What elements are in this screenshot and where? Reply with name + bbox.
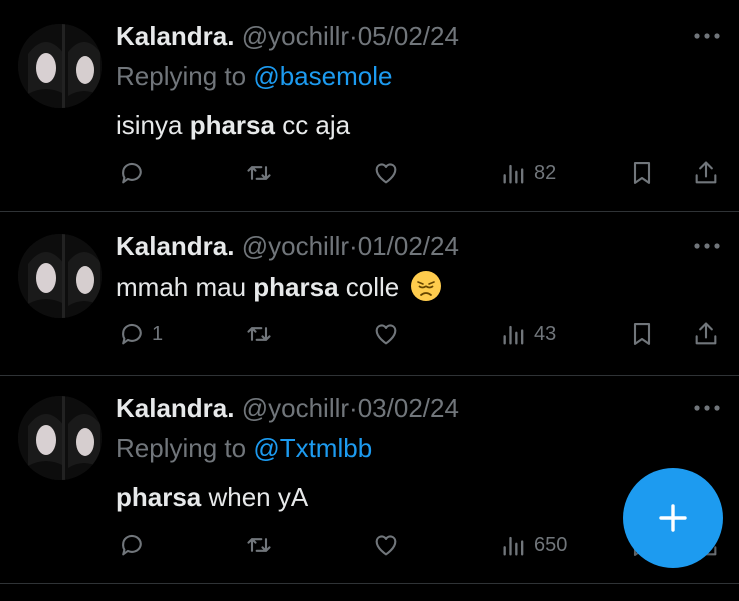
tweet-actions: 1 43 xyxy=(0,314,739,354)
like-icon xyxy=(375,163,397,184)
avatar[interactable] xyxy=(18,24,102,108)
reply-count: 1 xyxy=(152,322,164,345)
disappointed-face-emoji xyxy=(411,271,442,301)
share-button[interactable] xyxy=(692,314,720,354)
highlighted-term: pharsa xyxy=(189,110,275,140)
share-button[interactable] xyxy=(692,153,720,193)
tweet-text-part: when yA xyxy=(201,482,309,512)
views-button[interactable]: 650 xyxy=(500,525,567,565)
share-icon xyxy=(695,322,717,345)
views-icon xyxy=(503,164,524,184)
tweet[interactable]: Kalandra. @yochillr·05/02/24 Replying to… xyxy=(0,0,739,212)
reply-button[interactable] xyxy=(118,153,152,193)
retweet-icon xyxy=(247,166,271,180)
retweet-button[interactable] xyxy=(245,525,273,565)
views-icon xyxy=(503,536,524,556)
display-name[interactable]: Kalandra. xyxy=(116,231,235,261)
tweet-header: Kalandra. @yochillr·05/02/24 xyxy=(116,20,459,52)
bookmark-icon xyxy=(633,323,651,345)
more-button[interactable] xyxy=(690,24,724,48)
retweet-icon xyxy=(247,538,271,552)
display-name[interactable]: Kalandra. xyxy=(116,393,235,423)
replying-to: Replying to @basemole xyxy=(116,60,392,92)
replying-to-label: Replying to xyxy=(116,61,254,91)
reply-button[interactable] xyxy=(118,525,152,565)
replying-to-label: Replying to xyxy=(116,433,254,463)
tweet-text: pharsa when yA xyxy=(116,480,308,514)
views-count: 82 xyxy=(534,161,557,184)
tweet-text: isinya pharsa cc aja xyxy=(116,108,350,142)
mention-link[interactable]: @basemole xyxy=(253,61,392,91)
views-button[interactable]: 82 xyxy=(500,153,556,193)
separator: · xyxy=(349,393,358,423)
bookmark-button[interactable] xyxy=(628,153,656,193)
username[interactable]: @yochillr xyxy=(242,393,349,423)
bookmark-icon xyxy=(633,162,651,184)
avatar-image xyxy=(18,24,102,108)
tweet-text-part: isinya xyxy=(116,110,190,140)
like-button[interactable] xyxy=(372,314,400,354)
more-button[interactable] xyxy=(690,396,724,420)
username[interactable]: @yochillr xyxy=(242,21,349,51)
avatar-image xyxy=(18,396,102,480)
like-icon xyxy=(375,535,397,556)
like-button[interactable] xyxy=(372,525,400,565)
tweet-text-part: mmah mau xyxy=(116,272,254,302)
username[interactable]: @yochillr xyxy=(242,231,349,261)
views-count: 650 xyxy=(534,533,568,556)
tweet[interactable]: Kalandra. @yochillr·03/02/24 Replying to… xyxy=(0,376,739,584)
reply-icon xyxy=(122,162,142,184)
timestamp[interactable]: 01/02/24 xyxy=(358,231,459,261)
tweet[interactable]: Kalandra. @yochillr·01/02/24 mmah mau ph… xyxy=(0,212,739,376)
retweet-icon xyxy=(247,327,271,341)
more-icon xyxy=(694,33,720,39)
more-icon xyxy=(694,405,720,411)
retweet-button[interactable] xyxy=(245,314,273,354)
tweet-text: mmah mau pharsa colle xyxy=(116,270,442,304)
compose-button[interactable] xyxy=(623,468,723,568)
display-name[interactable]: Kalandra. xyxy=(116,21,235,51)
avatar[interactable] xyxy=(18,234,102,318)
tweet-text-part: cc aja xyxy=(274,110,351,140)
like-icon xyxy=(375,324,397,345)
reply-icon xyxy=(122,534,142,556)
more-button[interactable] xyxy=(690,234,724,258)
tweet-header: Kalandra. @yochillr·01/02/24 xyxy=(116,230,459,262)
views-button[interactable]: 43 xyxy=(500,314,556,354)
compose-icon xyxy=(659,504,687,532)
replying-to: Replying to @Txtmlbb xyxy=(116,432,372,464)
avatar[interactable] xyxy=(18,396,102,480)
highlighted-term: pharsa xyxy=(253,272,339,302)
tweet-header: Kalandra. @yochillr·03/02/24 xyxy=(116,392,459,424)
views-icon xyxy=(503,325,524,345)
separator: · xyxy=(349,21,358,51)
like-button[interactable] xyxy=(372,153,400,193)
more-icon xyxy=(694,243,720,249)
retweet-button[interactable] xyxy=(245,153,273,193)
mention-link[interactable]: @Txtmlbb xyxy=(253,433,372,463)
share-icon xyxy=(695,161,717,184)
tweet-actions: 82 xyxy=(0,153,739,193)
timestamp[interactable]: 05/02/24 xyxy=(358,21,459,51)
reply-button[interactable]: 1 xyxy=(118,314,163,354)
bookmark-button[interactable] xyxy=(628,314,656,354)
highlighted-term: pharsa xyxy=(116,482,202,512)
separator: · xyxy=(349,231,358,261)
reply-icon xyxy=(122,323,142,345)
views-count: 43 xyxy=(534,322,557,345)
avatar-image xyxy=(18,234,102,318)
timestamp[interactable]: 03/02/24 xyxy=(358,393,459,423)
tweet-text-part: colle xyxy=(338,272,400,302)
